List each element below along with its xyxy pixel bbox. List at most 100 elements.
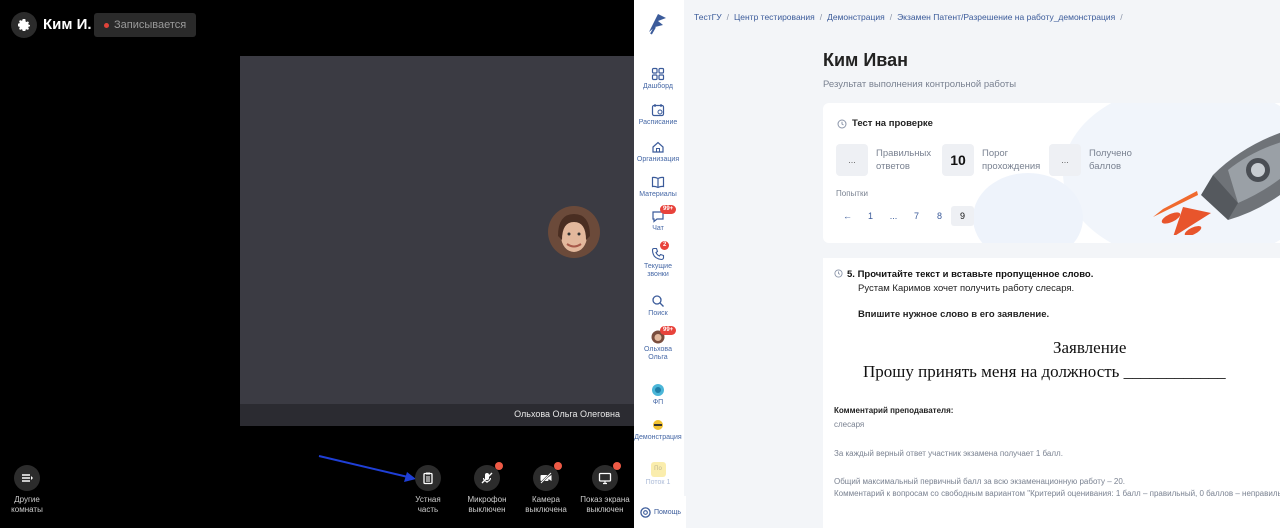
- nav-chat[interactable]: Чат 99+: [634, 205, 682, 233]
- page-subtitle: Результат выполнения контрольной работы: [823, 79, 1017, 90]
- participant-name-label: Ольхова Ольга Олеговна: [514, 409, 620, 419]
- camera-alert-dot: [554, 462, 562, 470]
- nav-organization-label: Организация: [636, 156, 680, 163]
- caller-name: Ким И.: [43, 16, 92, 33]
- home-icon: [652, 141, 664, 153]
- statement-heading: Заявление: [1053, 338, 1127, 357]
- camera-off-icon: [533, 462, 562, 491]
- nav-current-calls-label: Текущие звонки: [644, 263, 672, 278]
- lms-panel: Дашборд Расписание Организация Материалы…: [634, 0, 1280, 528]
- help-button[interactable]: Помощь: [634, 496, 686, 528]
- nav-org-demo-label: Демонстрация: [634, 434, 682, 441]
- nav-stream[interactable]: По Поток 1: [634, 462, 682, 487]
- clock-icon: [837, 119, 847, 128]
- pass-threshold-label: Порог прохождения: [982, 148, 1041, 172]
- rooms-list-icon: [14, 465, 40, 491]
- pager-ellipsis: ...: [889, 211, 898, 221]
- microphone-label: Микрофон выключен: [467, 495, 507, 514]
- participant-video-tile[interactable]: Ольхова Ольга Олеговна: [240, 56, 634, 426]
- pager-page-1[interactable]: 1: [859, 206, 882, 226]
- result-summary-card: Тест на проверке ... Правильных ответов …: [823, 103, 1280, 243]
- camera-label: Камера выключена: [525, 495, 567, 514]
- rocket-illustration-icon: [1153, 132, 1280, 235]
- breadcrumb-item[interactable]: ТестГУ: [694, 12, 722, 22]
- attempts-pager: ← 1 ... 7 8 9: [836, 206, 974, 226]
- screen-share-button[interactable]: Показ экрана выключен: [570, 462, 640, 515]
- main-content: ТестГУ / Центр тестирования / Демонстрация / Э…: [684, 0, 1280, 528]
- status-title: Тест на проверке: [837, 118, 933, 129]
- question-line: Рустам Каримов хочет получить работу сле…: [858, 283, 1075, 294]
- side-navigation: Дашборд Расписание Организация Материалы…: [634, 0, 682, 528]
- recording-status-badge: Записывается: [94, 13, 197, 37]
- lifebuoy-icon: [640, 506, 651, 518]
- teacher-comment-value: слесаря: [834, 420, 865, 429]
- org-logo-icon: [653, 420, 663, 430]
- calendar-icon: [651, 104, 665, 117]
- nav-schedule[interactable]: Расписание: [634, 103, 682, 127]
- breadcrumb-item[interactable]: Центр тестирования: [734, 12, 815, 22]
- pager-page-9[interactable]: 9: [951, 206, 974, 226]
- video-call-panel: Ким И. Записывается Ольхова Ольга Олегов…: [0, 0, 634, 528]
- nav-schedule-label: Расписание: [638, 119, 678, 126]
- profile-notifications-badge: 99+: [660, 326, 677, 335]
- statement-text: Прошу принять меня на должность ________…: [863, 362, 1226, 381]
- nav-search-label: Поиск: [648, 310, 668, 317]
- mic-off-icon: [474, 462, 503, 491]
- correct-answers-label: Правильных ответов: [876, 148, 932, 172]
- nav-search[interactable]: Поиск: [634, 294, 682, 318]
- breadcrumb-item[interactable]: Экзамен Патент/Разрешение на работу_демо…: [897, 12, 1115, 22]
- pager-page-7[interactable]: 7: [905, 206, 928, 226]
- chat-unread-badge: 99+: [660, 205, 677, 214]
- breadcrumb-item[interactable]: Демонстрация: [827, 12, 885, 22]
- scoring-note: За каждый верный ответ участник экзамена…: [834, 449, 1063, 458]
- attempts-label: Попытки: [836, 189, 868, 198]
- pager-prev-button[interactable]: ←: [836, 206, 859, 226]
- pass-threshold-value: 10: [942, 144, 974, 176]
- pass-threshold-stat: 10 Порог прохождения: [942, 144, 1040, 176]
- breadcrumb: ТестГУ / Центр тестирования / Демонстрация / Э…: [694, 12, 1123, 22]
- points-received-stat: ... Получено баллов: [1049, 144, 1132, 176]
- pager-page-8[interactable]: 8: [928, 206, 951, 226]
- book-icon: [651, 176, 665, 189]
- points-received-label: Получено баллов: [1089, 148, 1132, 172]
- screen-share-icon: [592, 462, 621, 491]
- teacher-comment-label: Комментарий преподавателя:: [834, 406, 954, 415]
- nav-org-fp-label: ФП: [652, 399, 664, 406]
- nav-profile[interactable]: Ольхова Ольга 99+: [634, 326, 682, 362]
- mic-alert-dot: [495, 462, 503, 470]
- other-rooms-label: Другие комнаты: [11, 495, 43, 514]
- oral-part-label: Устная часть: [415, 495, 441, 514]
- nav-dashboard[interactable]: Дашборд: [634, 67, 682, 91]
- help-label: Помощь: [654, 508, 682, 516]
- screen-share-label: Показ экрана выключен: [580, 495, 630, 514]
- correct-answers-value: ...: [836, 144, 868, 176]
- points-received-value: ...: [1049, 144, 1081, 176]
- nav-materials[interactable]: Материалы: [634, 175, 682, 199]
- scoring-note: Комментарий к вопросам со свободным вари…: [834, 489, 1280, 498]
- settings-gear-icon[interactable]: [11, 12, 37, 38]
- correct-answers-stat: ... Правильных ответов: [836, 144, 931, 176]
- nav-current-calls[interactable]: Текущие звонки 2: [634, 241, 682, 279]
- question-title: 5. Прочитайте текст и вставьте пропущенн…: [847, 269, 1094, 280]
- org-logo-icon: [652, 384, 664, 396]
- search-icon: [652, 295, 664, 307]
- nav-org-demo[interactable]: Демонстрация: [634, 418, 682, 442]
- nav-profile-label: Ольхова Ольга: [644, 346, 672, 361]
- question-card: 5. Прочитайте текст и вставьте пропущенн…: [823, 258, 1280, 528]
- dashboard-icon: [651, 67, 665, 81]
- nav-org-fp[interactable]: ФП: [634, 383, 682, 407]
- page-title: Ким Иван: [823, 50, 909, 70]
- nav-materials-label: Материалы: [639, 191, 677, 198]
- participant-avatar: [548, 206, 600, 258]
- clipboard-icon: [415, 465, 441, 491]
- calls-badge: 2: [660, 241, 670, 250]
- nav-stream-label: Поток 1: [645, 479, 671, 486]
- nav-dashboard-label: Дашборд: [643, 83, 673, 90]
- nav-chat-label: Чат: [652, 225, 664, 232]
- other-rooms-button[interactable]: Другие комнаты: [0, 465, 62, 515]
- clock-icon: [834, 269, 843, 278]
- testgu-logo-icon[interactable]: [646, 12, 670, 41]
- question-instruction: Впишите нужное слово в его заявление.: [858, 309, 1050, 320]
- video-name-bar: Ольхова Ольга Олеговна: [240, 404, 634, 426]
- nav-organization[interactable]: Организация: [634, 140, 682, 164]
